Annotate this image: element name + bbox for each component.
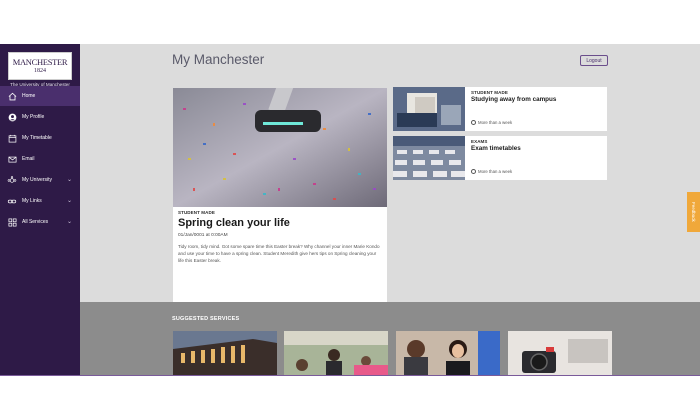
thumbnail-laptop-books — [393, 87, 465, 131]
home-icon — [7, 91, 17, 101]
feature-body: Tidy room, tidy mind. Got some spare tim… — [178, 244, 380, 263]
time-label: More than a week — [478, 169, 513, 174]
section-heading: SUGGESTED SERVICES — [172, 316, 240, 322]
page-title: My Manchester — [172, 52, 265, 67]
sidebar-item-label: All Services — [22, 219, 49, 225]
card-time: More than a week — [471, 169, 512, 174]
service-tile-camera[interactable] — [508, 331, 612, 376]
news-card-studying-away[interactable]: STUDENT MADE Studying away from campus M… — [393, 87, 607, 131]
calendar-icon — [7, 133, 17, 143]
university-icon — [7, 175, 17, 185]
feature-title[interactable]: Spring clean your life — [178, 217, 290, 229]
sidebar-item-my-timetable[interactable]: My Timetable — [0, 128, 80, 148]
sidebar-item-label: My Profile — [22, 114, 45, 120]
feedback-tab[interactable]: Feedback — [687, 192, 700, 232]
sidebar-item-email[interactable]: Email — [0, 149, 80, 169]
feature-date: 01/Jan/0001 at 0:00AM — [178, 233, 228, 238]
link-icon — [7, 196, 17, 206]
app-screen: MANCHESTER 1824 The University of Manche… — [0, 44, 700, 376]
chevron-down-icon: ⌄ — [66, 177, 72, 183]
card-category: EXAMS — [471, 139, 488, 144]
card-category: STUDENT MADE — [471, 90, 508, 95]
sidebar-item-all-services[interactable]: All Services ⌄ — [0, 212, 80, 232]
sidebar-item-label: My University — [22, 177, 53, 183]
profile-icon — [7, 112, 17, 122]
chevron-down-icon: ⌄ — [66, 219, 72, 225]
sidebar-item-my-university[interactable]: My University ⌄ — [0, 170, 80, 190]
service-tile-students-group[interactable] — [284, 331, 388, 376]
logout-button[interactable]: Logout — [580, 55, 608, 66]
news-card-exam-timetables[interactable]: EXAMS Exam timetables More than a week — [393, 136, 607, 180]
thumbnail-exam-hall — [393, 136, 465, 180]
services-icon — [7, 217, 17, 227]
time-label: More than a week — [478, 120, 513, 125]
sidebar-item-label: Home — [22, 93, 36, 99]
service-tile-building[interactable] — [173, 331, 277, 376]
card-title[interactable]: Studying away from campus — [471, 96, 556, 103]
clock-icon — [471, 120, 476, 125]
sidebar-item-my-profile[interactable]: My Profile — [0, 107, 80, 127]
logo-year: 1824 — [34, 68, 46, 74]
card-time: More than a week — [471, 120, 512, 125]
clock-icon — [471, 169, 476, 174]
sidebar-item-label: My Timetable — [22, 135, 52, 141]
sidebar: MANCHESTER 1824 The University of Manche… — [0, 44, 80, 376]
feature-image-vacuum-glitter — [173, 88, 387, 207]
logo-wordmark: MANCHESTER — [12, 57, 68, 67]
sidebar-item-label: Email — [22, 156, 35, 162]
sidebar-item-label: My Links — [22, 198, 42, 204]
feature-category: STUDENT MADE — [178, 210, 215, 215]
card-title[interactable]: Exam timetables — [471, 145, 521, 152]
email-icon — [7, 154, 17, 164]
service-tile-woman-smiling[interactable] — [396, 331, 500, 376]
bottom-divider — [0, 375, 700, 376]
chevron-down-icon: ⌄ — [66, 198, 72, 204]
university-logo[interactable]: MANCHESTER 1824 — [8, 52, 72, 80]
suggested-services-section: SUGGESTED SERVICES — [80, 302, 700, 376]
sidebar-item-my-links[interactable]: My Links ⌄ — [0, 191, 80, 211]
sidebar-item-home[interactable]: Home — [0, 86, 80, 106]
